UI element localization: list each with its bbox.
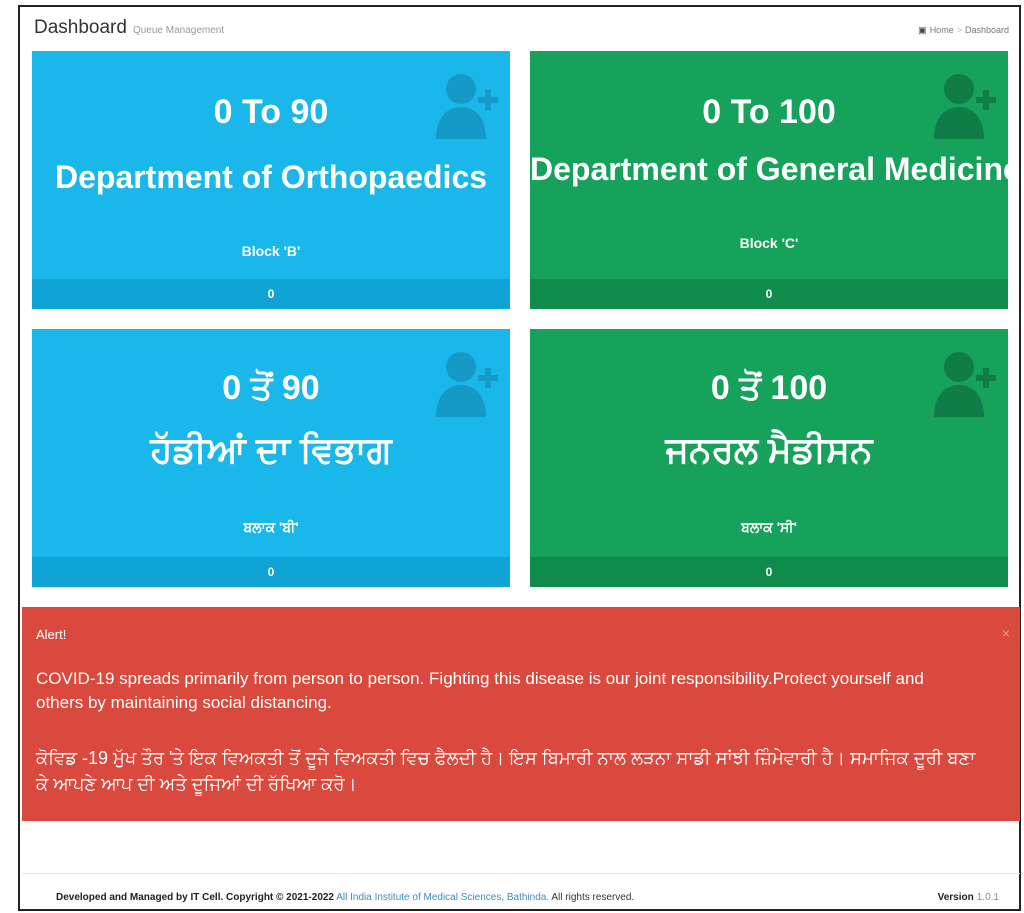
tile-block: Block 'C' — [739, 235, 799, 251]
tile-footer-count[interactable]: 0 — [32, 279, 510, 309]
tile-footer-count[interactable]: 0 — [32, 557, 510, 587]
footer-divider — [22, 873, 1020, 874]
footer-institute-link[interactable]: All India Institute of Medical Sciences,… — [336, 892, 549, 903]
breadcrumb: ▣ Home > Dashboard — [918, 25, 1009, 36]
tile-general-medicine-punjabi: 0 ਤੋਂ 100 ਜਨਰਲ ਮੈਡੀਸਨ ਬਲਾਕ 'ਸੀ' 0 — [530, 329, 1008, 587]
close-icon[interactable]: × — [1002, 625, 1010, 641]
tile-department: Department of Orthopaedics — [54, 159, 488, 195]
dashboard-icon: ▣ — [918, 25, 927, 35]
tile-range: 0 To 90 — [213, 93, 329, 131]
tile-orthopaedics-punjabi: 0 ਤੋਂ 90 ਹੱਡੀਆਂ ਦਾ ਵਿਭਾਗ ਬਲਾਕ 'ਬੀ' 0 — [32, 329, 510, 587]
alert-message-punjabi: ਕੋਵਿਡ -19 ਮੁੱਖ ਤੌਰ 'ਤੇ ਇਕ ਵਿਅਕਤੀ ਤੋਂ ਦੂਜ… — [36, 748, 976, 794]
version-label: Version — [937, 892, 974, 903]
footer-developed-text: Developed and Managed by IT Cell. Copyri… — [56, 892, 334, 903]
breadcrumb-separator: > — [956, 25, 962, 35]
alert-title: Alert! — [36, 627, 67, 642]
tile-range: 0 ਤੋਂ 90 — [222, 369, 320, 407]
tile-block: ਬਲਾਕ 'ਬੀ' — [243, 519, 299, 535]
content-header: Dashboard Queue Management ▣ Home > Dashboar… — [34, 13, 1009, 43]
breadcrumb-current: Dashboard — [964, 25, 1009, 35]
version-info: Version 1.0.1 — [938, 892, 999, 903]
tile-orthopaedics: 0 To 90 Department of Orthopaedics Block… — [32, 51, 510, 309]
tile-department: ਹੱਡੀਆਂ ਦਾ ਵਿਭਾਗ — [150, 429, 392, 470]
tile-range: 0 To 100 — [702, 93, 836, 131]
tile-block: Block 'B' — [241, 243, 301, 259]
page-footer: Developed and Managed by IT Cell. Copyri… — [56, 892, 999, 903]
footer-rights-text: All rights reserved. — [551, 892, 635, 903]
covid-alert: Alert! × COVID-19 spreads primarily from… — [22, 607, 1020, 821]
tile-range: 0 ਤੋਂ 100 — [710, 369, 828, 407]
page-title: Dashboard Queue Management — [34, 17, 224, 39]
tile-department: ਜਨਰਲ ਮੈਡੀਸਨ — [665, 429, 873, 470]
tile-general-medicine: 0 To 100 Department of General Medicine … — [530, 51, 1008, 309]
tile-department: Department of General Medicine — [530, 151, 1008, 187]
page-subtitle: Queue Management — [132, 25, 225, 36]
tile-footer-count[interactable]: 0 — [530, 279, 1008, 309]
page-frame: Dashboard Queue Management ▣ Home > Dashboar… — [18, 5, 1021, 911]
alert-message-english: COVID-19 spreads primarily from person t… — [36, 669, 924, 712]
page-title-text: Dashboard — [34, 17, 127, 38]
tile-block: ਬਲਾਕ 'ਸੀ' — [741, 519, 797, 535]
breadcrumb-home[interactable]: Home — [930, 25, 954, 35]
version-number: 1.0.1 — [976, 892, 999, 903]
tile-footer-count[interactable]: 0 — [530, 557, 1008, 587]
